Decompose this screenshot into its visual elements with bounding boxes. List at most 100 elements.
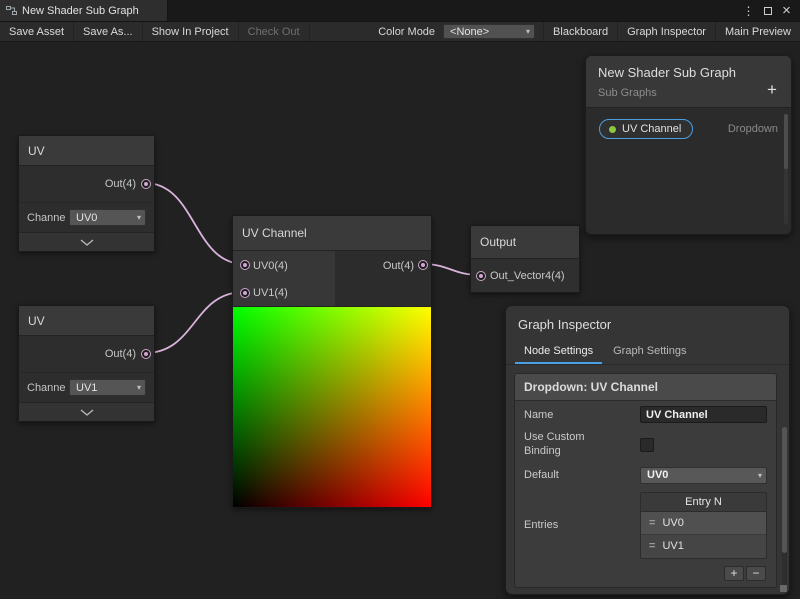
name-label: Name xyxy=(524,409,640,421)
node-uv-1[interactable]: UV Out(4) Channel UV0 ▾ xyxy=(18,135,155,252)
entries-row: Entries Entry N = UV0 = UV1 xyxy=(515,487,776,562)
remove-entry-button[interactable]: − xyxy=(746,566,766,581)
check-out-button: Check Out xyxy=(239,22,310,41)
node-title[interactable]: Output xyxy=(471,226,579,259)
entries-header: Entry N xyxy=(641,493,766,512)
default-label: Default xyxy=(524,469,640,481)
color-mode-label: Color Mode xyxy=(370,22,443,41)
collapse-chevron-button[interactable] xyxy=(19,402,154,421)
close-icon[interactable]: × xyxy=(779,3,794,19)
entry-value: UV1 xyxy=(662,540,683,552)
output-port[interactable] xyxy=(418,260,428,270)
blackboard-panel: New Shader Sub Graph Sub Graphs + UV Cha… xyxy=(585,55,792,235)
color-mode-dropdown[interactable]: <None> ▾ xyxy=(443,24,535,39)
blackboard-item-label: UV Channel xyxy=(622,123,681,135)
blackboard-toggle-button[interactable]: Blackboard xyxy=(543,22,618,41)
uv-gradient-preview xyxy=(233,307,431,507)
entry-row-uv1[interactable]: = UV1 xyxy=(641,535,766,558)
port-label: UV0(4) xyxy=(253,260,288,272)
tab-node-settings[interactable]: Node Settings xyxy=(515,341,602,364)
entry-row-uv0[interactable]: = UV0 xyxy=(641,512,766,535)
graph-inspector-panel: Graph Inspector Node Settings Graph Sett… xyxy=(505,305,790,595)
entries-label: Entries xyxy=(524,519,640,531)
resize-grip[interactable] xyxy=(780,585,787,592)
channel-dropdown[interactable]: UV1 ▾ xyxy=(69,379,146,396)
drag-handle-icon[interactable]: = xyxy=(649,517,655,529)
default-row: Default UV0 ▾ xyxy=(515,462,776,487)
default-dropdown[interactable]: UV0 ▾ xyxy=(640,467,767,484)
collapse-chevron-button[interactable] xyxy=(19,232,154,251)
blackboard-item-type: Dropdown xyxy=(728,123,778,135)
name-row: Name xyxy=(515,401,776,426)
add-entry-button[interactable]: + xyxy=(724,566,744,581)
graph-toolbar: Save Asset Save As... Show In Project Ch… xyxy=(0,22,800,42)
color-mode-value: <None> xyxy=(450,26,489,38)
entry-value: UV0 xyxy=(662,517,683,529)
window-controls: ⋮ × xyxy=(741,0,800,21)
blackboard-scrollbar[interactable] xyxy=(784,114,788,224)
edge-uv0-to-uvchannel[interactable] xyxy=(145,183,244,264)
edge-uv1-to-uvchannel[interactable] xyxy=(145,292,244,353)
chevron-down-icon: ▾ xyxy=(758,471,762,480)
main-preview-toggle-button[interactable]: Main Preview xyxy=(716,22,800,41)
channel-value: UV0 xyxy=(76,212,97,224)
entries-list: Entry N = UV0 = UV1 xyxy=(640,492,767,559)
chevron-down-icon xyxy=(80,239,94,246)
dropdown-property-dot-icon xyxy=(609,126,616,133)
blackboard-item-uv-channel[interactable]: UV Channel xyxy=(599,119,693,139)
chevron-down-icon: ▾ xyxy=(137,383,141,392)
channel-value: UV1 xyxy=(76,382,97,394)
inspector-body: Dropdown: UV Channel Name Use Custom Bin… xyxy=(506,365,789,594)
graph-canvas[interactable]: UV Out(4) Channel UV0 ▾ UV Out( xyxy=(0,42,800,599)
dropdown-settings-section: Dropdown: UV Channel Name Use Custom Bin… xyxy=(514,373,777,588)
input-port-uv1[interactable] xyxy=(240,288,250,298)
input-port[interactable] xyxy=(476,271,486,281)
channel-label: Channel xyxy=(27,382,65,394)
tab-graph-settings[interactable]: Graph Settings xyxy=(604,341,695,364)
blackboard-header[interactable]: New Shader Sub Graph Sub Graphs + xyxy=(586,56,791,108)
node-output[interactable]: Output Out_Vector4(4) xyxy=(470,225,580,293)
add-property-button[interactable]: + xyxy=(763,80,781,100)
shader-graph-window: New Shader Sub Graph ⋮ × Save Asset Save… xyxy=(0,0,800,599)
port-label: Out(4) xyxy=(105,178,136,190)
output-row: Out(4) xyxy=(19,336,154,372)
use-custom-binding-checkbox[interactable] xyxy=(640,438,654,452)
maximize-icon[interactable] xyxy=(760,3,775,19)
node-title[interactable]: UV Channel xyxy=(233,216,431,251)
save-as-button[interactable]: Save As... xyxy=(74,22,143,41)
node-title[interactable]: UV xyxy=(19,136,154,166)
default-value: UV0 xyxy=(647,469,668,481)
channel-dropdown[interactable]: UV0 ▾ xyxy=(69,209,146,226)
port-label: Out_Vector4(4) xyxy=(490,270,565,282)
tab-bar: New Shader Sub Graph ⋮ × xyxy=(0,0,800,22)
graph-inspector-toggle-button[interactable]: Graph Inspector xyxy=(618,22,716,41)
node-uv-2[interactable]: UV Out(4) Channel UV1 ▾ xyxy=(18,305,155,422)
chevron-down-icon: ▾ xyxy=(137,213,141,222)
save-asset-button[interactable]: Save Asset xyxy=(0,22,74,41)
port-label: UV1(4) xyxy=(253,287,288,299)
shader-graph-icon xyxy=(6,5,17,16)
output-port[interactable] xyxy=(141,349,151,359)
custom-binding-row: Use Custom Binding xyxy=(515,426,776,462)
inspector-scrollbar[interactable] xyxy=(782,427,787,588)
channel-row: Channel UV1 ▾ xyxy=(19,372,154,402)
node-title[interactable]: UV xyxy=(19,306,154,336)
node-body: UV0(4) UV1(4) Out(4) xyxy=(233,251,431,307)
inspector-tabs: Node Settings Graph Settings xyxy=(506,341,789,365)
output-row: Out(4) xyxy=(19,166,154,202)
node-body: Out_Vector4(4) xyxy=(471,259,579,292)
chevron-down-icon: ▾ xyxy=(526,27,530,36)
node-uv-channel[interactable]: UV Channel UV0(4) UV1(4) Out(4) xyxy=(232,215,432,508)
drag-handle-icon[interactable]: = xyxy=(649,540,655,552)
name-input[interactable] xyxy=(640,406,767,423)
input-port-uv0[interactable] xyxy=(240,260,250,270)
channel-label: Channel xyxy=(27,212,65,224)
tab-new-shader-sub-graph[interactable]: New Shader Sub Graph xyxy=(0,0,168,21)
port-label: Out(4) xyxy=(383,260,414,272)
graph-inspector-title[interactable]: Graph Inspector xyxy=(506,306,789,341)
show-in-project-button[interactable]: Show In Project xyxy=(143,22,239,41)
port-label: Out(4) xyxy=(105,348,136,360)
output-port[interactable] xyxy=(141,179,151,189)
use-custom-binding-label: Use Custom Binding xyxy=(524,431,602,459)
menu-kebab-icon[interactable]: ⋮ xyxy=(741,3,756,19)
